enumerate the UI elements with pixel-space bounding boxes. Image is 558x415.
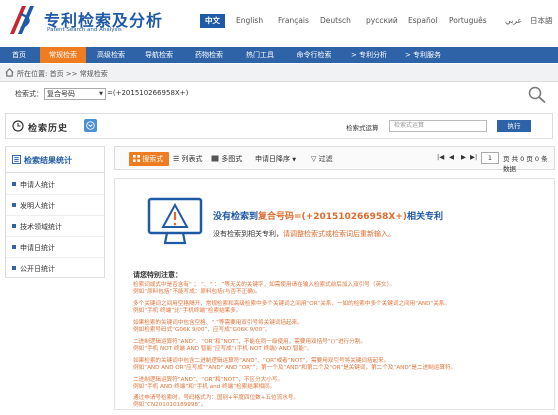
sidebar-item-inventor[interactable]: 发明人统计: [6, 195, 104, 216]
clock-icon: [12, 120, 24, 132]
sidebar-item-label: 技术领域统计: [20, 223, 62, 231]
tip-line: 例如“AND AND OR”应写成“"AND" AND "OR"”，第一个及“A…: [133, 365, 457, 371]
lang-pt[interactable]: Português: [449, 14, 487, 28]
view-list-button[interactable]: ☰ 列表式: [173, 152, 203, 166]
stats-title: 检索结果统计: [24, 156, 72, 165]
list-icon: ☰: [173, 155, 180, 163]
view-search-label: 搜索式: [142, 155, 164, 163]
logo-icon[interactable]: [6, 4, 38, 36]
search-icon[interactable]: [527, 86, 547, 104]
nav-patent-service[interactable]: > 专利服务: [398, 47, 448, 63]
filter-label: 过滤: [318, 155, 333, 163]
lang-ja[interactable]: 日本語: [530, 14, 553, 28]
nav-home[interactable]: 首页: [0, 47, 38, 63]
search-history-bar: 检索历史 检索式运算 检索式运算 执行: [5, 113, 553, 139]
bullet-icon: [12, 203, 16, 207]
sort-dropdown[interactable]: 申请日降序 ▼: [255, 152, 296, 166]
main-nav: 首页 常规检索 高级检索 导航检索 药物检索 热门工具 命令行检索 > 专利分析…: [0, 47, 558, 63]
search-label: 检索式：: [15, 90, 43, 98]
site-header: 专利检索及分析 Patent Search and Analysis 中文 En…: [0, 0, 558, 44]
lang-de[interactable]: Deutsch: [320, 14, 351, 28]
sidebar-item-label: 申请人统计: [20, 181, 55, 189]
lang-fr[interactable]: Français: [278, 14, 309, 28]
bullet-icon: [12, 266, 16, 270]
monitor-warning-icon: [147, 197, 203, 245]
sidebar-item-label: 发明人统计: [20, 202, 55, 210]
language-switcher: 中文 English Français Deutsch русский Espa…: [200, 14, 556, 28]
bullet-icon: [12, 245, 16, 249]
image-icon: [211, 155, 219, 162]
site-subtitle: Patent Search and Analysis: [47, 27, 122, 33]
lang-es[interactable]: Español: [408, 14, 437, 28]
results-panel: 没有检索到复合号码=(+201510266958X+)相关专利 没有检索到相关专…: [114, 178, 555, 410]
history-title: 检索历史: [28, 124, 69, 134]
breadcrumb: 所在位置: 首页 >> 常规检索: [0, 64, 558, 82]
nav-navigation-search[interactable]: 导航检索: [136, 47, 182, 63]
sort-label: 申请日降序: [255, 155, 290, 163]
execute-button[interactable]: 执行: [497, 120, 531, 132]
no-results-query: 复合号码=(+201510266958X+): [258, 212, 407, 222]
chevron-down-icon: ▼: [99, 91, 103, 97]
tip-line: 例如“手机 AND 终端”和“手机 and 终端”检索结果相同。: [133, 384, 276, 390]
bullet-icon: [12, 224, 16, 228]
no-results-title: 没有检索到复合号码=(+201510266958X+)相关专利: [213, 209, 443, 222]
nav-drug-search[interactable]: 药物检索: [186, 47, 232, 63]
search-row: 检索式： 复合号码 ▼ =(+201510266958X+): [0, 84, 558, 104]
nav-hot-tools[interactable]: 热门工具: [236, 47, 284, 63]
no-results-suffix: 相关专利: [406, 212, 443, 222]
calc-label: 检索式运算: [346, 124, 379, 132]
sidebar-item-app-date[interactable]: 申请日统计: [6, 237, 104, 258]
search-query[interactable]: =(+201510266958X+): [107, 89, 188, 97]
last-page-icon[interactable]: ▶|: [470, 153, 477, 161]
results-toolbar: 搜索式 ☰ 列表式 多图式 申请日降序 ▼ ▽ 过滤 |◀ ◀ ▶ ▶| 1 页…: [114, 146, 555, 173]
view-multi-image-button[interactable]: 多图式: [211, 152, 242, 166]
first-page-icon[interactable]: |◀: [437, 153, 444, 161]
breadcrumb-text: 所在位置: 首页 >> 常规检索: [17, 70, 108, 78]
sidebar-item-tech-field[interactable]: 技术领域统计: [6, 216, 104, 237]
list-icon: [12, 155, 21, 164]
nav-patent-analysis[interactable]: > 专利分析: [344, 47, 394, 63]
sidebar-item-applicant[interactable]: 申请人统计: [6, 174, 104, 195]
lang-ru[interactable]: русский: [366, 14, 398, 28]
home-icon: [5, 68, 14, 77]
nav-regular-search[interactable]: 常规检索: [40, 47, 86, 63]
prev-page-icon[interactable]: ◀: [449, 153, 454, 161]
view-list-label: 列表式: [181, 155, 203, 163]
grid-icon: [133, 155, 140, 162]
chevron-down-icon: ▼: [292, 157, 297, 163]
sidebar-item-label: 公开日统计: [20, 265, 55, 273]
tip-line: 例如“CN201010189998”。: [133, 402, 207, 408]
tips-title: 请您特别注意：: [133, 271, 182, 279]
tip-line: 例如“原料包括”不能写成：原料包括(与否不正确)。: [133, 289, 261, 295]
sidebar-item-pub-date[interactable]: 公开日统计: [6, 258, 104, 279]
bullet-icon: [12, 182, 16, 186]
hint-highlight: 请调整检索式或检索词后重新输入。: [283, 230, 395, 238]
chevron-down-icon: [86, 121, 95, 130]
hint-prefix: 没有检索到相关专利，: [213, 230, 283, 238]
no-results-hint: 没有检索到相关专利，请调整检索式或检索词后重新输入。: [213, 229, 395, 239]
lang-zh[interactable]: 中文: [200, 14, 225, 28]
stats-sidebar: 检索结果统计 申请人统计 发明人统计 技术领域统计 申请日统计 公开日统计: [5, 146, 105, 278]
expand-history-button[interactable]: [84, 119, 97, 132]
tip-line: 例如检索号码式“G06K 9/00”，应写成“G06K 9/00”。: [133, 327, 271, 333]
view-search-button[interactable]: 搜索式: [129, 152, 169, 166]
lang-ar[interactable]: عربي: [505, 14, 522, 28]
calc-input[interactable]: 检索式运算: [389, 120, 487, 132]
page-info: 页 共 0 页 0 条数据: [503, 155, 548, 173]
filter-button[interactable]: ▽ 过滤: [311, 152, 333, 166]
search-field-select[interactable]: 复合号码 ▼: [44, 88, 106, 100]
no-results-prefix: 没有检索到: [213, 212, 259, 222]
view-multi-image-label: 多图式: [221, 155, 243, 163]
stats-header: 检索结果统计: [6, 147, 104, 173]
nav-command-search[interactable]: 命令行检索: [288, 47, 340, 63]
filter-icon: ▽: [311, 155, 317, 163]
next-page-icon[interactable]: ▶: [461, 153, 466, 161]
page-number-input[interactable]: 1: [481, 152, 499, 164]
lang-en[interactable]: English: [236, 14, 263, 28]
tip-line: 例如“手机 NOT 终端 AND 智能”应写成“(手机 NOT 终端) AND …: [133, 346, 313, 352]
sidebar-item-label: 申请日统计: [20, 244, 55, 252]
search-field-value: 复合号码: [47, 90, 75, 98]
tip-line: 例如“手机 终端”比“手机终端”检索结果多。: [133, 308, 242, 314]
nav-advanced-search[interactable]: 高级检索: [88, 47, 134, 63]
